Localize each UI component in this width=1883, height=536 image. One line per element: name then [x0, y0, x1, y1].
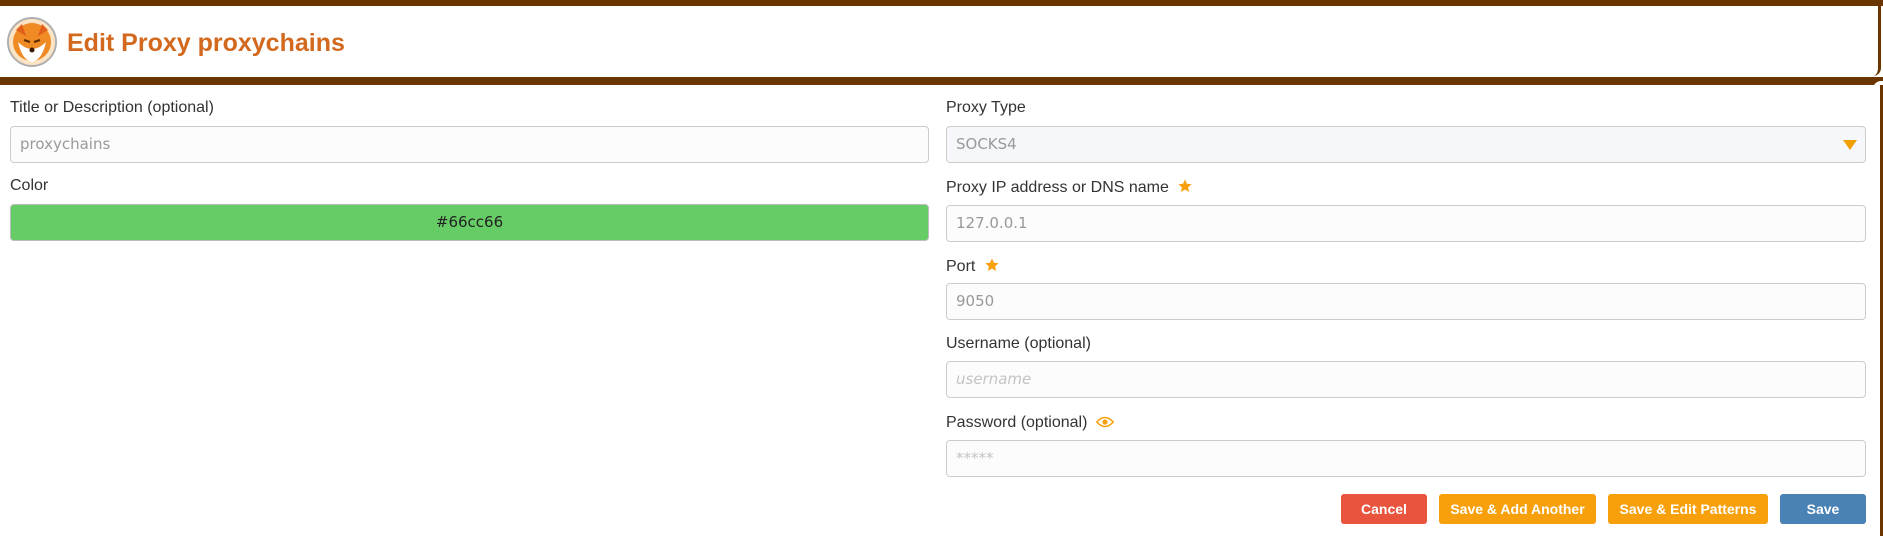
port-input[interactable]: 9050 — [946, 283, 1866, 320]
proxy-address-label: Proxy IP address or DNS name — [946, 178, 1193, 198]
header-divider — [0, 77, 1883, 89]
port-label-text: Port — [946, 258, 976, 275]
password-label: Password (optional) — [946, 413, 1114, 433]
page-title: Edit Proxy proxychains — [67, 29, 345, 57]
foxyproxy-logo-icon — [7, 17, 57, 67]
color-picker-input[interactable]: #66cc66 — [10, 204, 929, 241]
proxy-address-input[interactable]: 127.0.0.1 — [946, 205, 1866, 242]
title-field-label: Title or Description (optional) — [10, 99, 214, 116]
edit-proxy-page: Edit Proxy proxychains Title or Descript… — [0, 0, 1883, 536]
star-icon — [985, 258, 999, 271]
save-button[interactable]: Save — [1780, 494, 1866, 524]
eye-icon[interactable] — [1095, 415, 1114, 429]
proxy-address-label-text: Proxy IP address or DNS name — [946, 179, 1169, 196]
password-label-text: Password (optional) — [946, 414, 1088, 431]
chevron-down-icon[interactable] — [1843, 140, 1857, 150]
color-field-label: Color — [10, 177, 49, 194]
proxy-type-value: SOCKS4 — [956, 135, 1017, 153]
username-input[interactable]: username — [946, 361, 1866, 398]
star-icon — [1178, 179, 1193, 192]
page-header: Edit Proxy proxychains — [0, 6, 1881, 76]
username-label: Username (optional) — [946, 335, 1091, 352]
proxy-type-select[interactable]: SOCKS4 — [946, 126, 1866, 163]
port-label: Port — [946, 257, 1000, 277]
save-add-another-button[interactable]: Save & Add Another — [1439, 494, 1596, 524]
cancel-button[interactable]: Cancel — [1341, 494, 1427, 524]
save-edit-patterns-button[interactable]: Save & Edit Patterns — [1608, 494, 1768, 524]
title-input[interactable]: proxychains — [10, 126, 929, 163]
password-input[interactable]: ***** — [946, 440, 1866, 477]
proxy-type-label: Proxy Type — [946, 99, 1026, 116]
